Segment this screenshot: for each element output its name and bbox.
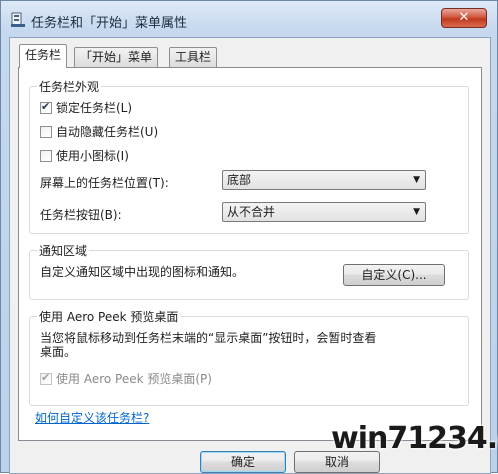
site-watermark: win71234.com bbox=[331, 421, 498, 456]
title-bar[interactable]: 任务栏和「开始」菜单属性 ✕ bbox=[1, 1, 497, 37]
dialog-window: 任务栏和「开始」菜单属性 ✕ 任务栏 「开始」菜单 工具栏 任务栏外观 锁定任务… bbox=[0, 0, 498, 474]
notification-description: 自定义通知区域中出现的图标和通知。 bbox=[40, 265, 245, 279]
dropdown-arrow-icon: ▼ bbox=[413, 175, 420, 185]
checkbox-checked-icon[interactable] bbox=[40, 100, 52, 114]
lock-taskbar-checkbox[interactable]: 锁定任务栏(L) bbox=[40, 99, 132, 115]
dropdown-arrow-icon: ▼ bbox=[413, 207, 420, 217]
group-title-notification: 通知区域 bbox=[37, 242, 90, 259]
aero-peek-description-line2: 桌面。 bbox=[40, 345, 77, 359]
small-icons-checkbox[interactable]: 使用小图标(I) bbox=[40, 147, 129, 163]
close-icon: ✕ bbox=[458, 10, 470, 25]
checkbox-checked-disabled-icon[interactable] bbox=[40, 371, 52, 385]
ok-button[interactable]: 确定 bbox=[200, 451, 286, 473]
tab-start-menu[interactable]: 「开始」菜单 bbox=[74, 47, 159, 67]
tab-toolbars[interactable]: 工具栏 bbox=[169, 47, 218, 67]
taskbar-location-select[interactable]: 底部 ▼ bbox=[222, 170, 426, 190]
tab-taskbar[interactable]: 任务栏 bbox=[19, 44, 68, 68]
auto-hide-checkbox[interactable]: 自动隐藏任务栏(U) bbox=[40, 123, 158, 139]
taskbar-appearance-group: 任务栏外观 锁定任务栏(L) 自动隐藏任务栏(U) 使用小图标(I) 屏幕上的任… bbox=[29, 78, 469, 234]
group-title-aero-peek: 使用 Aero Peek 预览桌面 bbox=[37, 308, 181, 325]
taskbar-buttons-select[interactable]: 从不合并 ▼ bbox=[222, 202, 426, 222]
taskbar-tab-panel: 任务栏外观 锁定任务栏(L) 自动隐藏任务栏(U) 使用小图标(I) 屏幕上的任… bbox=[18, 67, 482, 441]
aero-peek-checkbox[interactable]: 使用 Aero Peek 预览桌面(P) bbox=[40, 370, 212, 386]
group-title-appearance: 任务栏外观 bbox=[37, 78, 102, 95]
checkbox-unchecked-icon[interactable] bbox=[40, 149, 52, 162]
customize-taskbar-help-link[interactable]: 如何自定义该任务栏? bbox=[35, 409, 149, 426]
taskbar-buttons-label: 任务栏按钮(B): bbox=[40, 208, 122, 222]
checkbox-unchecked-icon[interactable] bbox=[40, 125, 52, 138]
notification-area-group: 通知区域 自定义通知区域中出现的图标和通知。 自定义(C)... bbox=[29, 242, 469, 300]
aero-peek-description-line1: 当您将鼠标移动到任务栏末端的“显示桌面”按钮时，会暂时查看 bbox=[40, 331, 377, 345]
customize-notifications-button[interactable]: 自定义(C)... bbox=[343, 264, 445, 286]
close-button[interactable]: ✕ bbox=[441, 8, 487, 28]
taskbar-properties-icon bbox=[11, 12, 25, 27]
aero-peek-group: 使用 Aero Peek 预览桌面 当您将鼠标移动到任务栏末端的“显示桌面”按钮… bbox=[29, 308, 469, 406]
taskbar-location-label: 屏幕上的任务栏位置(T): bbox=[40, 176, 169, 190]
window-title: 任务栏和「开始」菜单属性 bbox=[31, 16, 188, 31]
dialog-client-area: 任务栏 「开始」菜单 工具栏 任务栏外观 锁定任务栏(L) 自动隐藏任务栏(U) bbox=[9, 37, 491, 474]
